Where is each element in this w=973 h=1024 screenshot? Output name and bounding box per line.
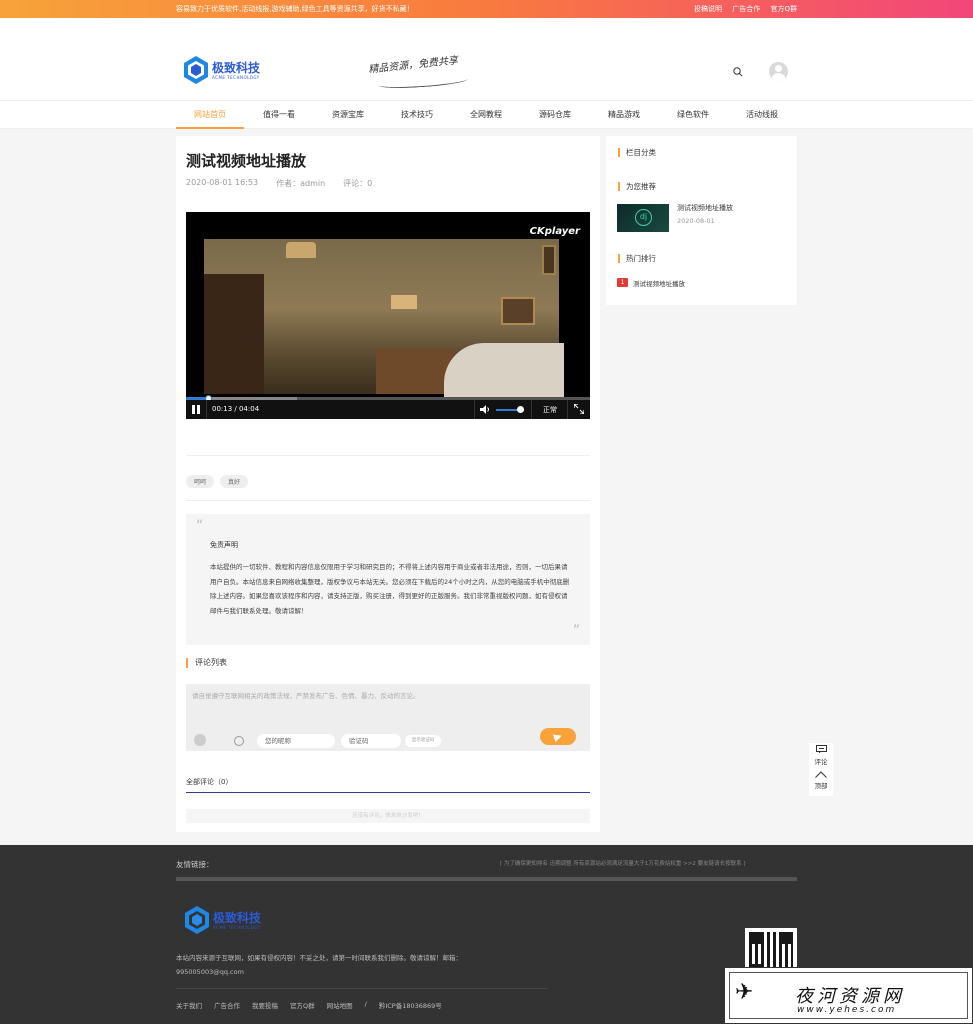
video-player[interactable]: CKplayer 00:13 / 04:04 正常 xyxy=(186,212,590,419)
tag-item[interactable]: 真好 xyxy=(220,475,249,488)
nav-item-deals[interactable]: 活动线报 xyxy=(728,101,796,129)
comment-form: 请自觉遵守互联网相关的政策法规，严禁发布广告、色情、暴力、反动的言论。 您的昵称… xyxy=(186,684,590,751)
nickname-input[interactable]: 您的昵称 xyxy=(257,734,335,748)
sidebar-hot-title: 热门排行 xyxy=(618,254,656,263)
player-controls: 00:13 / 04:04 正常 xyxy=(186,400,590,419)
nav-item-games[interactable]: 精品游戏 xyxy=(590,101,658,129)
article-comment-count: 评论：0 xyxy=(343,179,373,188)
friend-links-notice: [ 为了确保更知排名 迅期调整 所有资源站必须满足流量大于1万花费站权重 >>2… xyxy=(500,861,746,867)
all-comments-label: 全部评论（0） xyxy=(186,778,233,786)
nav-item-worth-seeing[interactable]: 值得一看 xyxy=(245,101,313,129)
article-tags: 呵呵 真好 xyxy=(186,475,254,488)
float-comment-button[interactable]: 评论 xyxy=(809,745,833,766)
player-brand: CKplayer xyxy=(529,226,580,237)
divider xyxy=(186,455,590,456)
float-top-label: 顶部 xyxy=(814,782,828,790)
footer-description: 本站内容来源于互联网，如果有侵权内容！不妥之处，请第一时间联系我们删除。敬请谅解… xyxy=(176,954,462,976)
volume-handle[interactable] xyxy=(517,406,524,413)
comment-textarea[interactable]: 请自觉遵守互联网相关的政策法规，严禁发布广告、色情、暴力、反动的言论。 xyxy=(192,690,420,700)
footer-logo-text: 极致科技 xyxy=(213,910,262,925)
footer-separator: / xyxy=(364,1000,367,1008)
open-quote-icon: “ xyxy=(196,518,204,534)
back-to-top-button[interactable]: 顶部 xyxy=(809,771,833,790)
recommend-thumbnail[interactable]: dj xyxy=(617,204,669,232)
site-header: 极致科技 ACME TECHNOLOGY 精品资源，免费共享 xyxy=(0,18,973,100)
recommend-item-date: 2020-08-01 xyxy=(677,217,715,225)
empty-comments: 还没有评论，快来抢沙发吧！ xyxy=(186,809,590,823)
sidebar: 栏目分类 为您推荐 dj 测试视频地址播放 2020-08-01 热门排行 1 … xyxy=(606,136,797,305)
comment-icon xyxy=(815,745,827,754)
footer-divider xyxy=(176,988,548,989)
site-tagline: 容易致力于优质软件,活动线报,游戏辅助,绿色工具等资源共享，好货不私藏！ xyxy=(176,5,414,13)
friend-links-bar xyxy=(176,877,797,881)
volume-icon[interactable] xyxy=(480,405,491,414)
article-date: 2020-08-01 16:53 xyxy=(186,178,259,187)
nav-item-tutorials[interactable]: 全网教程 xyxy=(452,101,520,129)
float-comment-label: 评论 xyxy=(814,758,828,766)
watermark-url: www.yehes.com xyxy=(797,1005,897,1015)
pause-icon[interactable] xyxy=(192,405,201,414)
watermark-stamp: ✈ 夜河资源网 www.yehes.com xyxy=(724,967,973,1024)
hot-item-title[interactable]: 测试视频地址播放 xyxy=(633,278,685,288)
slogan: 精品资源，免费共享 xyxy=(367,55,459,76)
article-meta: 2020-08-01 16:53 作者：admin 评论：0 xyxy=(186,178,390,189)
footer-link-sitemap[interactable]: 网站地图 xyxy=(327,1000,353,1010)
footer-link-submit[interactable]: 我要投稿 xyxy=(252,1000,278,1010)
captcha-input[interactable]: 验证码 xyxy=(341,734,401,748)
floating-toolbar: 评论 顶部 xyxy=(809,743,833,796)
friend-links-label: 友情链接： xyxy=(176,860,214,869)
quality-selector[interactable]: 正常 xyxy=(543,405,557,415)
disclaimer-body: 本站提供的一切软件、教程和内容信息仅限用于学习和研究目的；不得将上述内容用于商业… xyxy=(210,563,570,615)
playback-time: 00:13 / 04:04 xyxy=(212,405,260,413)
disclaimer-title: 免责声明 xyxy=(210,541,238,549)
sidebar-category-title: 栏目分类 xyxy=(618,148,656,157)
top-link-ads[interactable]: 广告合作 xyxy=(732,5,760,13)
top-links: 投稿说明 广告合作 官方Q群 xyxy=(686,4,797,14)
nav-item-software[interactable]: 绿色软件 xyxy=(659,101,727,129)
top-link-submit[interactable]: 投稿说明 xyxy=(694,5,722,13)
recommend-item-title[interactable]: 测试视频地址播放 xyxy=(677,203,733,213)
footer-link-about[interactable]: 关于我们 xyxy=(176,1000,202,1010)
comments-section-title: 评论列表 xyxy=(186,658,227,668)
footer-icp[interactable]: 黔ICP备18036869号 xyxy=(379,1000,442,1010)
send-icon[interactable] xyxy=(540,728,576,745)
emoji-icon[interactable] xyxy=(234,736,244,746)
tag-item[interactable]: 呵呵 xyxy=(186,475,215,488)
nav-item-home[interactable]: 网站首页 xyxy=(176,101,244,129)
fullscreen-icon[interactable] xyxy=(574,404,584,414)
footer-logo-subtext: ACME TECHNOLOGY xyxy=(213,924,261,930)
chevron-up-icon xyxy=(815,771,827,778)
nav-item-source-code[interactable]: 源码仓库 xyxy=(521,101,589,129)
footer-link-qq[interactable]: 官方Q群 xyxy=(290,1000,315,1010)
search-icon[interactable] xyxy=(733,67,743,77)
logo-cube-icon xyxy=(184,56,208,84)
close-quote-icon: ” xyxy=(572,623,580,639)
top-link-qq-group[interactable]: 官方Q群 xyxy=(770,5,797,13)
hot-rank-badge: 1 xyxy=(617,278,628,287)
logo-cube-icon xyxy=(185,906,209,934)
show-captcha-button[interactable]: 显示验证码 xyxy=(405,735,441,747)
main-nav: 网站首页 值得一看 资源宝库 技术技巧 全网教程 源码仓库 精品游戏 绿色软件 … xyxy=(0,100,973,129)
article-title: 测试视频地址播放 xyxy=(186,152,307,170)
footer-link-ads[interactable]: 广告合作 xyxy=(214,1000,240,1010)
footer-logo[interactable]: 极致科技 ACME TECHNOLOGY xyxy=(184,905,261,935)
user-avatar[interactable] xyxy=(769,62,788,81)
video-frame[interactable] xyxy=(204,239,564,398)
article-author[interactable]: 作者：admin xyxy=(276,178,325,189)
site-logo[interactable]: 极致科技 ACME TECHNOLOGY xyxy=(183,55,260,85)
logo-text: 极致科技 xyxy=(212,60,261,75)
top-bar: 容易致力于优质软件,活动线报,游戏辅助,绿色工具等资源共享，好货不私藏！ 投稿说… xyxy=(0,0,973,18)
comments-divider xyxy=(186,792,590,793)
disclaimer-box: “ 免责声明 本站提供的一切软件、教程和内容信息仅限用于学习和研究目的；不得将上… xyxy=(186,514,590,645)
article-main: 测试视频地址播放 2020-08-01 16:53 作者：admin 评论：0 … xyxy=(176,136,600,832)
commenter-avatar xyxy=(194,734,206,746)
sidebar-recommend-title: 为您推荐 xyxy=(618,182,656,191)
crane-icon: ✈ xyxy=(735,980,754,1005)
footer-nav: 关于我们 广告合作 我要投稿 官方Q群 网站地图 / 黔ICP备18036869… xyxy=(176,1000,454,1010)
nav-item-resources[interactable]: 资源宝库 xyxy=(314,101,382,129)
slogan-underline xyxy=(377,73,469,91)
divider xyxy=(186,500,590,501)
nav-item-tips[interactable]: 技术技巧 xyxy=(383,101,451,129)
logo-subtext: ACME TECHNOLOGY xyxy=(212,74,260,80)
